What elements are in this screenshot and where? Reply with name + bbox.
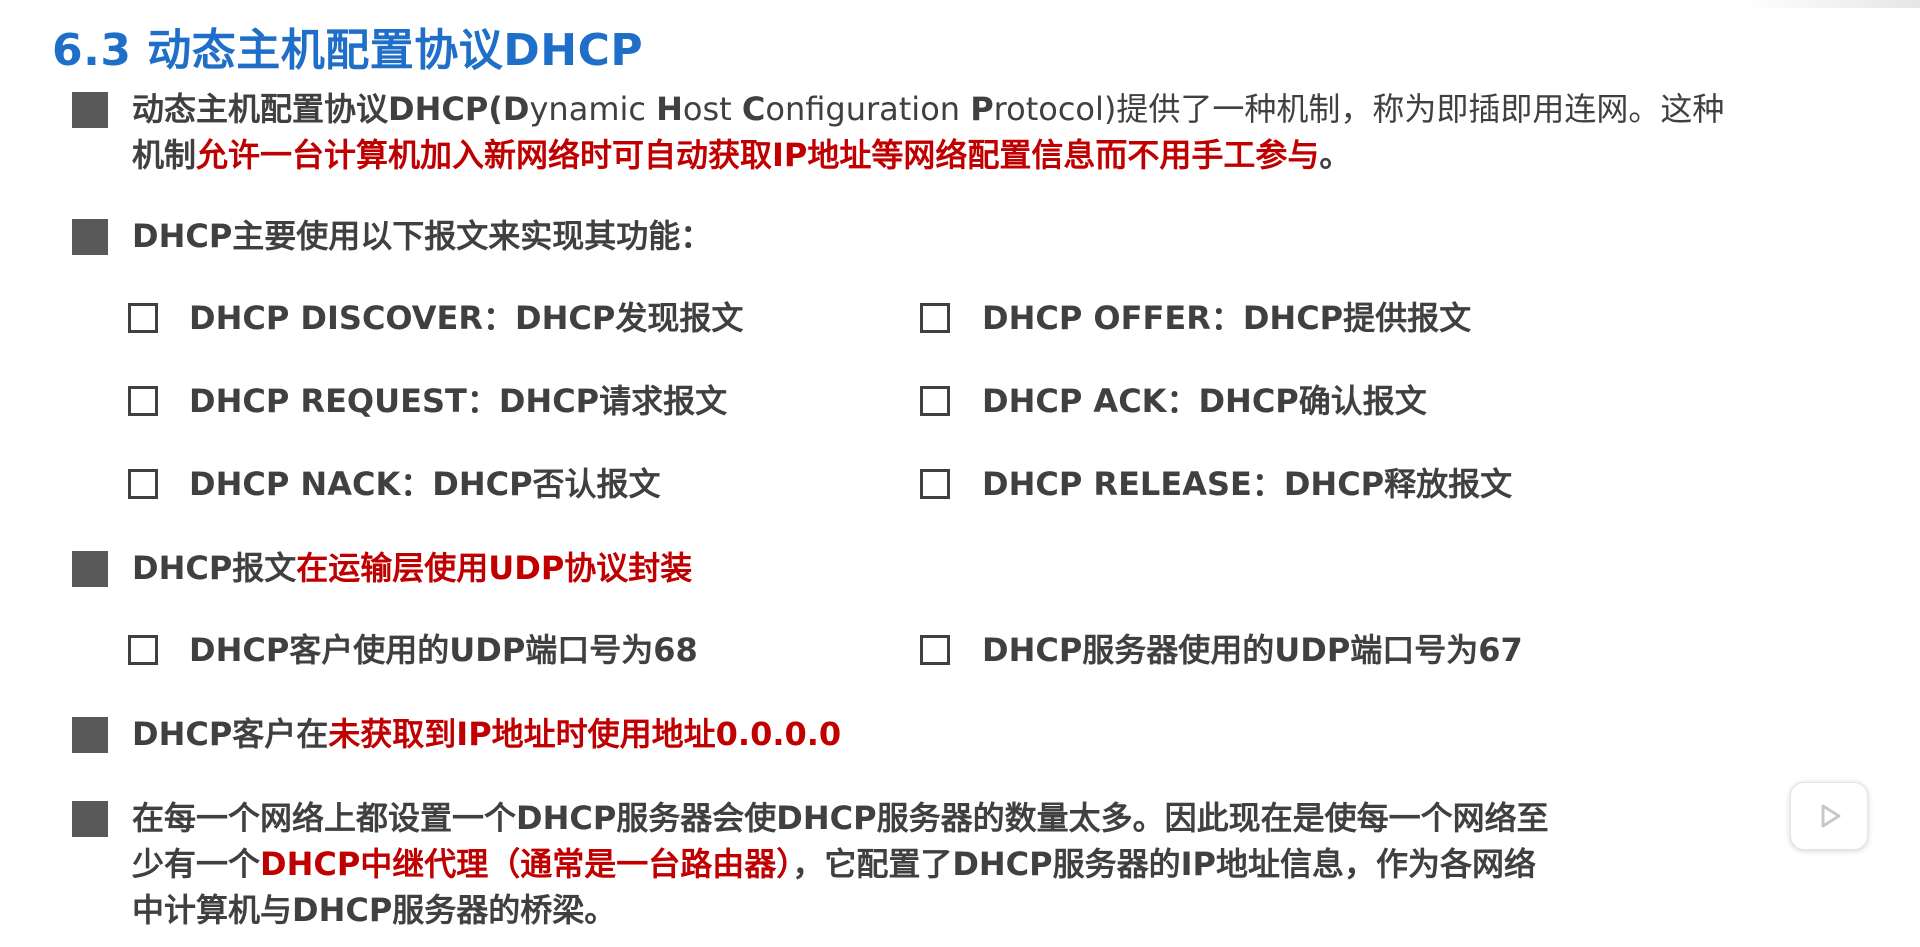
bullet-1-line-2: 机制允许一台计算机加入新网络时可自动获取IP地址等网络配置信息而不用手工参与。 xyxy=(132,131,1351,179)
bullet-1-text: 机制 xyxy=(132,136,197,174)
square-bullet-icon xyxy=(72,717,108,753)
bullet-2-text: DHCP主要使用以下报文来实现其功能： xyxy=(132,217,713,255)
checkbox-icon xyxy=(128,386,158,416)
bullet-3-highlight: 在运输层使用UDP协议封装 xyxy=(296,549,693,587)
message-offer: DHCP OFFER：DHCP提供报文 xyxy=(982,299,1472,337)
message-nack: DHCP NACK：DHCP否认报文 xyxy=(189,465,661,503)
corner-decoration xyxy=(1740,0,1920,8)
bullet-4-prefix: DHCP客户在 xyxy=(132,715,329,753)
message-ack: DHCP ACK：DHCP确认报文 xyxy=(982,382,1427,420)
acronym-letter-h: H xyxy=(656,90,683,128)
bullet-1-highlight: 允许一台计算机加入新网络时可自动获取IP地址等网络配置信息而不用手工参与 xyxy=(196,136,1320,174)
bullet-1-text-rest: rotocol)提供了一种机制，称为即插即用连网。这种 xyxy=(993,90,1725,128)
word-fragment: ost xyxy=(682,90,742,128)
square-bullet-icon xyxy=(72,92,108,128)
bullet-3-text: DHCP报文在运输层使用UDP协议封装 xyxy=(132,544,692,592)
play-icon xyxy=(1821,804,1841,828)
message-release: DHCP RELEASE：DHCP释放报文 xyxy=(982,465,1513,503)
checkbox-icon xyxy=(128,469,158,499)
checkbox-icon xyxy=(920,469,950,499)
checkbox-icon xyxy=(920,635,950,665)
bullet-4-highlight: 未获取到IP地址时使用地址0.0.0.0 xyxy=(328,715,842,753)
word-fragment: ynamic xyxy=(529,90,657,128)
checkbox-icon xyxy=(128,635,158,665)
port-server: DHCP服务器使用的UDP端口号为67 xyxy=(982,631,1523,669)
port-client: DHCP客户使用的UDP端口号为68 xyxy=(189,631,698,669)
bullet-5-highlight: DHCP中继代理（通常是一台路由器） xyxy=(260,845,793,883)
bullet-3-prefix: DHCP报文 xyxy=(132,549,297,587)
word-fragment: onfiguration xyxy=(765,90,971,128)
checkbox-icon xyxy=(920,303,950,333)
bullet-5-line-2: 少有一个DHCP中继代理（通常是一台路由器），它配置了DHCP服务器的IP地址信… xyxy=(132,840,1536,888)
bullet-4-text: DHCP客户在未获取到IP地址时使用地址0.0.0.0 xyxy=(132,710,841,758)
checkbox-icon xyxy=(920,386,950,416)
play-button[interactable] xyxy=(1790,782,1868,850)
acronym-letter-c: C xyxy=(741,90,766,128)
bullet-5-line-3: 中计算机与DHCP服务器的桥梁。 xyxy=(132,891,617,929)
bullet-5-text: 少有一个 xyxy=(132,845,261,883)
acronym-letter-p: P xyxy=(970,90,994,128)
message-request: DHCP REQUEST：DHCP请求报文 xyxy=(189,382,728,420)
square-bullet-icon xyxy=(72,801,108,837)
bullet-1-text: 动态主机配置协议DHCP( xyxy=(132,90,503,128)
bullet-1-text: 。 xyxy=(1319,136,1352,174)
slide: 6.3 动态主机配置协议DHCP 动态主机配置协议DHCP(Dynamic Ho… xyxy=(0,0,1920,947)
message-discover: DHCP DISCOVER：DHCP发现报文 xyxy=(189,299,744,337)
square-bullet-icon xyxy=(72,219,108,255)
square-bullet-icon xyxy=(72,551,108,587)
bullet-5-text: ，它配置了DHCP服务器的IP地址信息，作为各网络 xyxy=(792,845,1536,883)
bullet-5-line-1: 在每一个网络上都设置一个DHCP服务器会使DHCP服务器的数量太多。因此现在是使… xyxy=(132,799,1549,837)
bullet-1-line-1: 动态主机配置协议DHCP(Dynamic Host Configuration … xyxy=(132,85,1724,133)
acronym-letter-d: D xyxy=(502,90,530,128)
slide-title: 6.3 动态主机配置协议DHCP xyxy=(52,25,644,76)
checkbox-icon xyxy=(128,303,158,333)
